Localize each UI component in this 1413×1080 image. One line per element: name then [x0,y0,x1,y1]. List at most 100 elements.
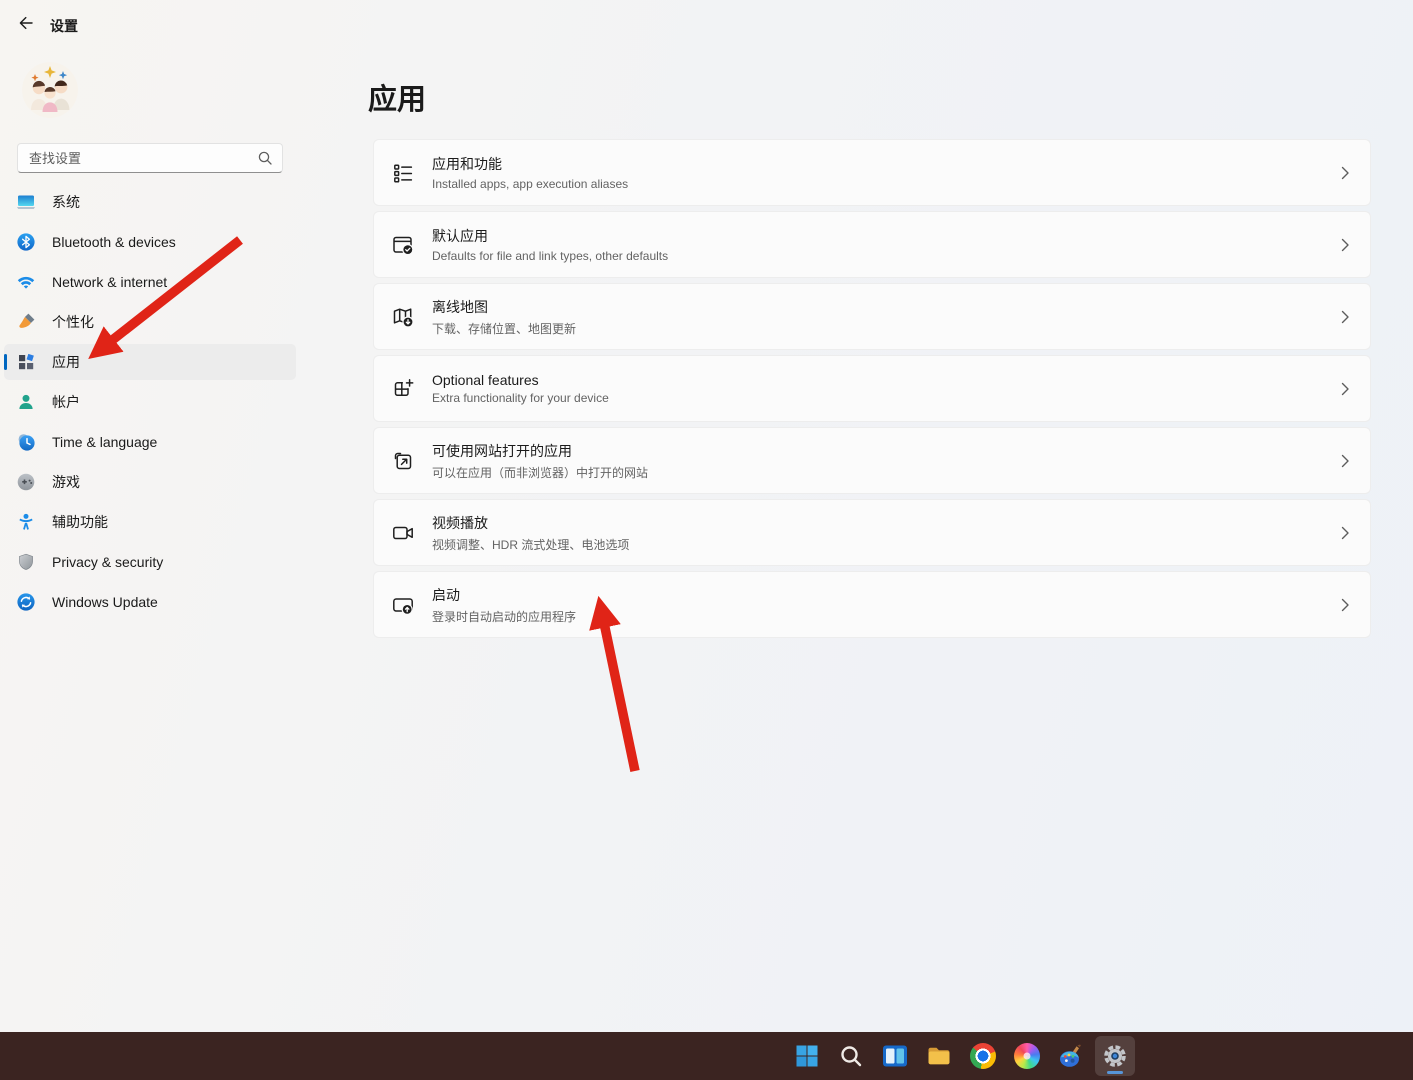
start-button[interactable] [787,1036,827,1076]
privacy-shield-icon [16,552,36,572]
page-title: 应用 [368,76,426,118]
running-indicator [1107,1071,1123,1074]
default-apps-icon [391,233,415,257]
sidebar-item-label: 辅助功能 [52,512,108,532]
offline-maps-icon [391,305,415,329]
sidebar-item-accessibility[interactable]: 辅助功能 [4,504,296,540]
chevron-right-icon [1341,382,1350,396]
chevron-right-icon [1341,310,1350,324]
row-subtitle: 视频调整、HDR 流式处理、电池选项 [432,536,629,553]
row-subtitle: Extra functionality for your device [432,391,609,405]
taskbar-icons [787,1036,1135,1076]
row-video-playback[interactable]: 视频播放 视频调整、HDR 流式处理、电池选项 [373,499,1371,566]
sidebar-item-network[interactable]: Network & internet [4,264,296,300]
startup-icon [391,593,415,617]
row-subtitle: 可以在应用（而非浏览器）中打开的网站 [432,464,648,481]
taskbar-search-button[interactable] [831,1036,871,1076]
optional-features-icon [391,377,415,401]
bluetooth-icon [16,232,36,252]
file-explorer-folder-icon [926,1043,952,1069]
windows-update-icon [16,592,36,612]
task-view-button[interactable] [875,1036,915,1076]
apps-icon [16,352,36,372]
chevron-right-icon [1341,598,1350,612]
sidebar-item-accounts[interactable]: 帐户 [4,384,296,420]
settings-gear-icon [1102,1043,1128,1069]
row-title: 视频播放 [432,513,629,533]
sidebar-nav: 系统 Bluetooth & devices Network & interne… [0,184,300,624]
sidebar-item-label: Network & internet [52,274,167,290]
user-avatar[interactable] [22,62,78,118]
apps-for-websites-icon [391,449,415,473]
paint-app-button[interactable] [1051,1036,1091,1076]
taskbar [0,1032,1413,1080]
window-title: 设置 [50,16,78,36]
row-apps-for-websites[interactable]: 可使用网站打开的应用 可以在应用（而非浏览器）中打开的网站 [373,427,1371,494]
gaming-controller-icon [16,472,36,492]
row-title: 启动 [432,585,576,605]
accessibility-person-icon [16,512,36,532]
row-optional-features[interactable]: Optional features Extra functionality fo… [373,355,1371,422]
settings-button[interactable] [1095,1036,1135,1076]
chrome-icon [970,1043,996,1069]
sidebar-item-system[interactable]: 系统 [4,184,296,220]
chevron-right-icon [1341,454,1350,468]
apps-features-icon [391,161,415,185]
chevron-right-icon [1341,238,1350,252]
paint-palette-icon [1058,1043,1084,1069]
sidebar-item-label: 个性化 [52,312,94,332]
sidebar-item-label: 帐户 [52,392,80,412]
file-explorer-button[interactable] [919,1036,959,1076]
sidebar-item-label: Time & language [52,434,157,450]
sidebar-item-bluetooth[interactable]: Bluetooth & devices [4,224,296,260]
sidebar-item-label: 系统 [52,192,80,212]
row-default-apps[interactable]: 默认应用 Defaults for file and link types, o… [373,211,1371,278]
color-pinwheel-icon [1014,1043,1040,1069]
system-icon [16,192,36,212]
search-icon [839,1044,863,1068]
sidebar-item-label: Privacy & security [52,554,163,570]
row-title: Optional features [432,372,609,388]
chevron-right-icon [1341,166,1350,180]
sidebar-item-personalization[interactable]: 个性化 [4,304,296,340]
avatar-cartoon-icon [22,62,78,118]
row-subtitle: 登录时自动启动的应用程序 [432,608,576,625]
search-input[interactable] [18,151,257,166]
row-title: 离线地图 [432,297,576,317]
windows-logo-icon [795,1044,819,1068]
row-subtitle: Defaults for file and link types, other … [432,249,668,263]
sidebar-item-label: Bluetooth & devices [52,234,176,250]
accounts-person-icon [16,392,36,412]
arrow-left-icon [17,15,34,31]
row-subtitle: 下载、存储位置、地图更新 [432,320,576,337]
chrome-button[interactable] [963,1036,1003,1076]
sidebar-item-label: 游戏 [52,472,80,492]
settings-search-box[interactable] [17,143,283,173]
personalization-brush-icon [16,312,36,332]
row-apps-and-features[interactable]: 应用和功能 Installed apps, app execution alia… [373,139,1371,206]
settings-window: 设置 [0,0,1413,1080]
sidebar: 系统 Bluetooth & devices Network & interne… [0,40,300,1032]
row-title: 可使用网站打开的应用 [432,441,648,461]
pinwheel-browser-button[interactable] [1007,1036,1047,1076]
row-offline-maps[interactable]: 离线地图 下载、存储位置、地图更新 [373,283,1371,350]
titlebar: 设置 [0,0,1413,40]
row-subtitle: Installed apps, app execution aliases [432,177,628,191]
row-title: 默认应用 [432,226,668,246]
sidebar-item-time-language[interactable]: Time & language [4,424,296,460]
task-view-icon [882,1043,908,1069]
time-language-clock-icon [16,432,36,452]
sidebar-item-label: 应用 [52,352,80,372]
sidebar-item-apps[interactable]: 应用 [4,344,296,380]
network-wifi-icon [16,272,36,292]
sidebar-item-privacy-security[interactable]: Privacy & security [4,544,296,580]
sidebar-item-gaming[interactable]: 游戏 [4,464,296,500]
row-title: 应用和功能 [432,154,628,174]
row-startup[interactable]: 启动 登录时自动启动的应用程序 [373,571,1371,638]
chevron-right-icon [1341,526,1350,540]
search-icon[interactable] [257,150,273,166]
video-playback-camera-icon [391,521,415,545]
back-button[interactable] [14,12,36,34]
sidebar-item-windows-update[interactable]: Windows Update [4,584,296,620]
sidebar-item-label: Windows Update [52,594,158,610]
